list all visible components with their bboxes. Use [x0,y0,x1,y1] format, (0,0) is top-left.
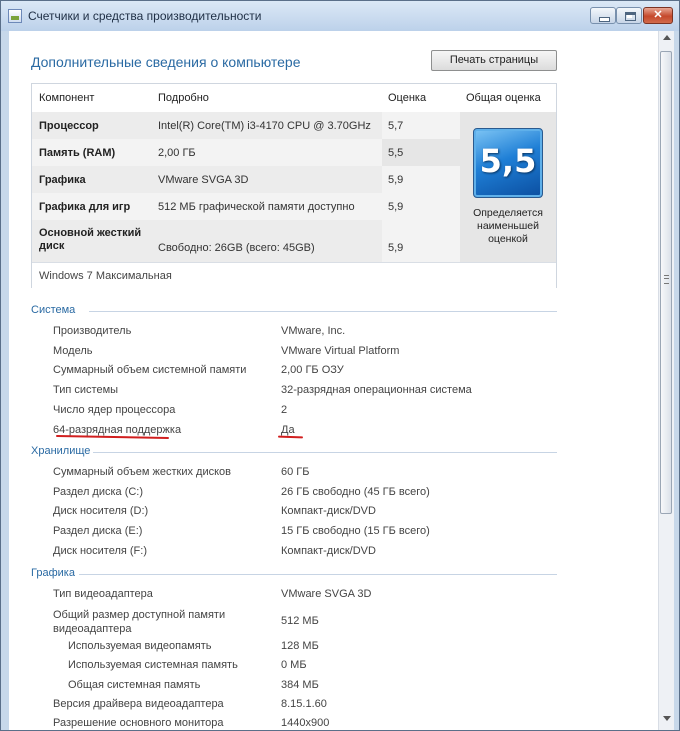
info-label: Производитель [53,325,132,337]
info-value: VMware SVGA 3D [281,588,372,600]
info-value: 60 ГБ [281,466,310,478]
info-value: Компакт-диск/DVD [281,545,376,557]
score-table-header: Компонент Подробно Оценка Общая оценка [32,84,556,112]
score-table: Компонент Подробно Оценка Общая оценка П… [31,83,557,289]
window-frame [674,31,679,730]
info-label: Раздел диска (C:) [53,486,144,498]
header-score: Оценка [388,92,427,104]
info-label: Модель [53,345,93,357]
header-component: Компонент [39,92,95,104]
info-value: 2,00 ГБ ОЗУ [281,364,344,376]
component-name: Графика [39,174,86,186]
section-divider [89,311,557,312]
section-heading-system: Система [31,304,76,316]
overall-score-note: Определяется наименьшей оценкой [473,207,543,245]
info-value: 1440x900 [281,717,330,729]
title-bar[interactable]: Счетчики и средства производительности ✕ [1,1,679,31]
table-row: Графика для игр 512 МБ графической памят… [32,193,460,220]
table-row: Процессор Intel(R) Core(TM) i3-4170 CPU … [32,112,460,139]
info-value: VMware, Inc. [281,325,346,337]
windows-edition: Windows 7 Максимальная [32,262,556,289]
info-label: Тип системы [53,384,119,396]
table-row: Основной жесткий диск Свободно: 26GB (вс… [32,220,460,262]
window-title: Счетчики и средства производительности [28,9,262,23]
info-label: Число ядер процессора [53,404,176,416]
info-value: Да [281,424,295,436]
component-score: 5,5 [388,147,404,159]
table-row: Память (RAM) 2,00 ГБ 5,5 [32,139,460,166]
page-title: Дополнительные сведения о компьютере [31,54,301,70]
info-label: Тип видеоадаптера [53,588,153,600]
component-score: 5,9 [388,201,404,213]
close-button[interactable]: ✕ [643,7,673,24]
header-overall: Общая оценка [466,92,541,104]
info-label: Диск носителя (F:) [53,545,147,557]
component-details: VMware SVGA 3D [158,174,249,186]
info-value: 8.15.1.60 [281,698,327,710]
info-value: Компакт-диск/DVD [281,505,376,517]
component-name: Основной жесткий диск [39,227,142,252]
grip-icon [664,275,669,284]
component-score: 5,9 [388,242,404,254]
component-details: 512 МБ графической памяти доступно [158,201,355,213]
info-value: 512 МБ [281,615,319,627]
vertical-scrollbar[interactable] [658,31,675,730]
content-area: Дополнительные сведения о компьютере Печ… [9,31,658,730]
overall-score-panel: 5,5 Определяется наименьшей оценкой [460,112,556,262]
print-page-button[interactable]: Печать страницы [431,50,557,71]
minimize-button[interactable] [590,7,616,24]
info-value: 2 [281,404,288,416]
component-name: Память (RAM) [39,147,116,159]
component-name: Процессор [39,120,99,132]
minimize-icon [599,17,610,22]
overall-score: 5,5 [479,142,537,180]
section-heading-storage: Хранилище [31,445,91,457]
info-label: Общая системная память [68,679,201,691]
info-value: 128 МБ [281,640,319,652]
info-value: 0 МБ [281,659,307,671]
close-icon: ✕ [653,9,663,21]
section-heading-graphics: Графика [31,567,75,579]
info-value: 384 МБ [281,679,319,691]
scroll-down-icon[interactable] [663,716,671,721]
component-score: 5,9 [388,174,404,186]
info-value: 26 ГБ свободно (45 ГБ всего) [281,486,430,498]
info-label: Версия драйвера видеоадаптера [53,698,224,710]
red-underline-value [277,435,304,439]
table-row: Графика VMware SVGA 3D 5,9 [32,166,460,193]
info-value: 15 ГБ свободно (15 ГБ всего) [281,525,430,537]
info-value: VMware Virtual Platform [281,345,400,357]
performance-app-icon [8,9,22,23]
component-score: 5,7 [388,120,404,132]
info-label: Суммарный объем жестких дисков [53,466,232,478]
info-label: Разрешение основного монитора [53,717,224,729]
window: Счетчики и средства производительности ✕… [0,0,680,731]
component-details: Свободно: 26GB (всего: 45GB) [158,242,315,254]
info-label: Суммарный объем системной памяти [53,364,247,376]
info-label: Общий размер доступной памяти видеоадапт… [53,609,226,635]
component-name: Графика для игр [39,201,131,213]
scroll-up-icon[interactable] [663,35,671,40]
base-score-badge: 5,5 [473,128,543,198]
info-label: Диск носителя (D:) [53,505,149,517]
maximize-icon [625,12,636,21]
windows-edition-text: Windows 7 Максимальная [39,270,172,282]
component-details: 2,00 ГБ [158,147,196,159]
info-label: Раздел диска (E:) [53,525,143,537]
component-details: Intel(R) Core(TM) i3-4170 CPU @ 3.70GHz [158,120,371,132]
info-value: 32-разрядная операционная система [281,384,472,396]
maximize-button[interactable] [616,7,642,24]
scroll-thumb[interactable] [660,51,672,514]
header-details: Подробно [158,92,209,104]
section-divider [79,574,557,575]
section-divider [93,452,557,453]
info-label: Используемая видеопамять [68,640,212,652]
info-label: 64-разрядная поддержка [53,424,182,436]
info-label: Используемая системная память [68,659,238,671]
